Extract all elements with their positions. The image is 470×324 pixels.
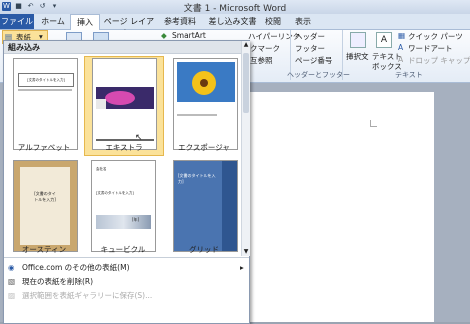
group-divider — [342, 30, 343, 80]
thumb-title-line2: トルを入力] — [34, 197, 56, 202]
menu-label: 選択範囲を表紙ギャラリーに保存(S)... — [22, 291, 153, 300]
margin-marker — [370, 120, 377, 127]
remove-page-icon: ▧ — [8, 277, 16, 286]
wordart-icon: A — [398, 43, 404, 52]
menu-label: 現在の表紙を削除(R) — [22, 277, 94, 286]
cover-label: アルファベット — [17, 143, 71, 152]
page-number-button[interactable]: ページ番号 — [295, 55, 332, 66]
thumb-company: 会社名 — [96, 167, 107, 171]
document-page[interactable] — [238, 92, 434, 322]
thumb-side-band — [222, 161, 237, 251]
quick-parts-button[interactable]: クイック パーツ — [408, 31, 463, 42]
thumb-title: [文書のタイトルを入力] — [96, 191, 134, 195]
thumb-line — [177, 114, 217, 116]
smartart-button[interactable]: SmartArt — [172, 31, 206, 40]
tab-home[interactable]: ホーム — [38, 16, 68, 28]
cover-label: オースティン — [21, 245, 67, 254]
textbox-icon[interactable]: A — [376, 32, 392, 48]
cover-page-gallery: 組み込み ▲ ▼ [文書のタイトルを入力] アルファベット ↖ エキストラ エク… — [3, 40, 250, 324]
annotation-icon[interactable] — [350, 32, 366, 48]
quick-parts-icon: ▦ — [398, 31, 406, 40]
thumb-art-swirl — [105, 91, 135, 105]
thumb-line — [18, 89, 72, 91]
hyperlink-button[interactable]: ハイパーリンク — [248, 31, 300, 42]
tab-page-layout[interactable]: ページ レイアウト — [100, 16, 158, 38]
cover-extra[interactable]: ↖ エキストラ — [84, 56, 164, 156]
cover-alphabet[interactable]: [文書のタイトルを入力] アルファベット — [4, 56, 84, 156]
cover-thumbnail — [173, 58, 238, 150]
remove-current-cover[interactable]: ▧ 現在の表紙を削除(R) — [4, 275, 249, 288]
cover-thumbnail: [文書のタイトルを入力] — [173, 160, 238, 252]
globe-icon: ◉ — [8, 263, 15, 272]
dropcap-icon: A — [398, 55, 404, 64]
cover-cubicle[interactable]: 会社名 [文書のタイトルを入力] [年] キュービクル — [84, 158, 164, 258]
cover-label: エクスポージャ — [178, 143, 230, 152]
smartart-icon: ◆ — [161, 31, 167, 40]
window-title: 文書 1 - Microsoft Word — [183, 4, 287, 14]
cover-label: エキストラ — [105, 143, 143, 152]
tab-mailings[interactable]: 差し込み文書 — [205, 16, 260, 28]
thumb-year: [年] — [132, 217, 140, 222]
save-to-gallery-icon: ▨ — [8, 291, 16, 300]
bookmark-button[interactable]: クマーク — [250, 43, 280, 54]
text-group-label: テキスト — [395, 71, 423, 79]
cross-reference-button[interactable]: 互参照 — [250, 55, 273, 66]
header-footer-group-label: ヘッダーとフッター — [287, 71, 350, 79]
cover-label: グリッド — [189, 245, 219, 254]
tab-insert[interactable]: 挿入 — [70, 14, 100, 30]
cover-austin[interactable]: [文書のタイ トルを入力] オースティン — [4, 158, 84, 258]
thumb-title: [文書のタイトルを入力] — [178, 173, 216, 184]
chevron-right-icon: ▸ — [240, 263, 244, 272]
tab-file[interactable]: ファイル — [0, 14, 34, 29]
tab-references[interactable]: 参考資料 — [160, 16, 200, 28]
thumb-title-placeholder: [文書のタイトルを入力] — [18, 73, 74, 87]
more-covers-office-com[interactable]: ◉ Office.com のその他の表紙(M) ▸ — [4, 261, 249, 274]
cover-label: キュービクル — [100, 245, 146, 254]
cover-thumbnail: 会社名 [文書のタイトルを入力] [年] — [91, 160, 156, 252]
header-button[interactable]: ヘッダー — [295, 31, 325, 42]
cover-grid[interactable]: [文書のタイトルを入力] グリッド — [164, 158, 244, 258]
dropcap-button[interactable]: ドロップ キャップ — [408, 55, 470, 66]
menu-label: Office.com のその他の表紙(M) — [22, 263, 130, 272]
thumb-sunflower-center — [200, 79, 208, 87]
thumb-inner-panel — [20, 167, 70, 245]
gallery-section-header: 組み込み — [4, 41, 241, 54]
cover-thumbnail — [92, 58, 157, 150]
footer-button[interactable]: フッター — [295, 43, 325, 54]
menu-separator — [4, 257, 249, 258]
cover-thumbnail: [文書のタイトルを入力] — [13, 58, 78, 150]
cover-exposure[interactable]: エクスポージャ — [164, 56, 244, 156]
tab-review[interactable]: 校閲 — [262, 16, 284, 28]
thumb-line — [96, 139, 154, 141]
thumb-color-band — [96, 215, 151, 229]
wordart-button[interactable]: ワードアート — [408, 43, 453, 54]
tab-view[interactable]: 表示 — [290, 16, 316, 28]
cover-thumbnail: [文書のタイ トルを入力] — [13, 160, 78, 252]
thumb-title-box — [96, 99, 106, 109]
scroll-up-icon[interactable]: ▲ — [243, 41, 249, 49]
save-selection-to-gallery[interactable]: ▨ 選択範囲を表紙ギャラリーに保存(S)... — [4, 289, 249, 302]
annotation-button[interactable]: 挿択文 — [346, 51, 369, 62]
